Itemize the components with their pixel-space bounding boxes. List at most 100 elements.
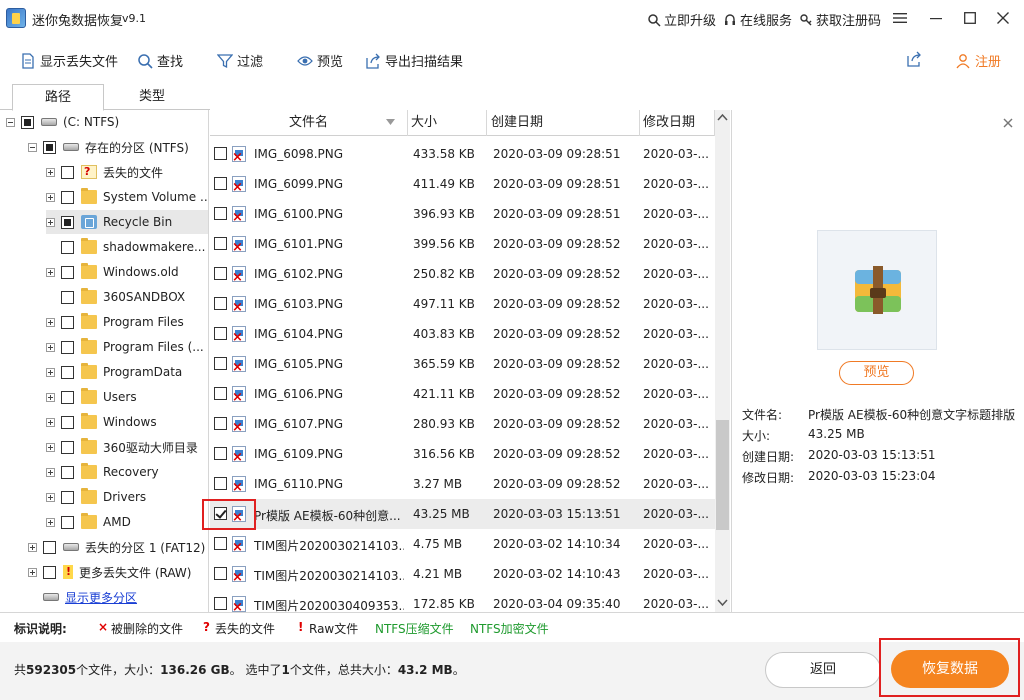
maximize-button[interactable] <box>957 6 983 30</box>
tree-checkbox[interactable] <box>61 215 74 229</box>
upgrade-link[interactable]: 立即升级 <box>647 10 716 29</box>
tree-item[interactable]: Users <box>46 385 208 409</box>
expand-icon[interactable] <box>46 517 55 527</box>
file-checkbox[interactable] <box>214 147 227 160</box>
tree-checkbox[interactable] <box>61 240 74 254</box>
file-row[interactable]: IMG_6107.PNG 280.93 KB 2020-03-09 09:28:52… <box>210 409 715 439</box>
tree-item[interactable]: Windows.old <box>46 260 208 284</box>
preview-button[interactable]: 预览 <box>839 361 914 385</box>
filter-button[interactable]: 过滤 <box>217 51 263 70</box>
file-row[interactable]: IMG_6110.PNG 3.27 MB 2020-03-09 09:28:52 20… <box>210 469 715 499</box>
column-modified-header[interactable]: 修改日期 <box>641 110 715 136</box>
tree-item[interactable]: 更多丢失文件 (RAW) <box>28 560 208 584</box>
expand-icon[interactable] <box>46 342 55 352</box>
file-row[interactable]: IMG_6109.PNG 316.56 KB 2020-03-09 09:28:52… <box>210 439 715 469</box>
file-row[interactable]: IMG_6101.PNG 399.56 KB 2020-03-09 09:28:52… <box>210 229 715 259</box>
export-results-button[interactable]: 导出扫描结果 <box>365 51 463 70</box>
expand-icon[interactable] <box>28 567 37 577</box>
expand-icon[interactable] <box>46 442 55 452</box>
tree-checkbox[interactable] <box>43 565 56 579</box>
file-list-scrollbar[interactable] <box>715 110 730 612</box>
tree-checkbox[interactable] <box>61 290 74 304</box>
tree-item[interactable]: Drivers <box>46 485 208 509</box>
get-code-link[interactable]: 获取注册码 <box>799 10 881 29</box>
back-button[interactable]: 返回 <box>765 652 881 688</box>
close-preview-icon[interactable] <box>1003 118 1013 128</box>
menu-button[interactable] <box>887 6 913 30</box>
file-row[interactable]: IMG_6103.PNG 497.11 KB 2020-03-09 09:28:52… <box>210 289 715 319</box>
tree-item[interactable]: 丢失的分区 1 (FAT12) <box>28 535 208 559</box>
file-row[interactable]: IMG_6106.PNG 421.11 KB 2020-03-09 09:28:52… <box>210 379 715 409</box>
find-button[interactable]: 查找 <box>137 51 183 70</box>
expand-icon[interactable] <box>46 192 55 202</box>
share-button[interactable] <box>906 51 922 67</box>
tree-item[interactable]: 显示更多分区 <box>28 585 208 609</box>
file-checkbox[interactable] <box>214 207 227 220</box>
tree-checkbox[interactable] <box>61 415 74 429</box>
tree-checkbox[interactable] <box>43 540 56 554</box>
file-checkbox[interactable] <box>214 477 227 490</box>
expand-icon[interactable] <box>46 392 55 402</box>
scroll-up-icon[interactable] <box>717 113 728 121</box>
file-checkbox[interactable] <box>214 357 227 370</box>
file-row[interactable]: IMG_6105.PNG 365.59 KB 2020-03-09 09:28:52… <box>210 349 715 379</box>
tree-checkbox[interactable] <box>61 315 74 329</box>
tree-checkbox[interactable] <box>61 165 74 179</box>
tree-checkbox[interactable] <box>43 140 56 154</box>
tree-item[interactable]: 360SANDBOX <box>46 285 208 309</box>
preview-toolbar-button[interactable]: 预览 <box>297 51 343 70</box>
tree-item[interactable]: shadowmakere... <box>46 235 208 259</box>
file-checkbox[interactable] <box>214 297 227 310</box>
scroll-down-icon[interactable] <box>717 599 728 607</box>
online-service-link[interactable]: 在线服务 <box>723 10 792 29</box>
collapse-icon[interactable] <box>28 142 37 152</box>
tree-checkbox[interactable] <box>61 340 74 354</box>
tree-item[interactable]: 丢失的文件 <box>46 160 208 184</box>
minimize-button[interactable] <box>923 6 949 30</box>
file-checkbox[interactable] <box>214 537 227 550</box>
file-checkbox[interactable] <box>214 597 227 610</box>
file-row[interactable]: TIM图片2020030409353... 172.85 KB 2020-03-04… <box>210 589 715 612</box>
file-checkbox[interactable] <box>214 417 227 430</box>
file-row[interactable]: IMG_6098.PNG 433.58 KB 2020-03-09 09:28:51… <box>210 139 715 169</box>
column-name-header[interactable]: 文件名 <box>210 110 408 136</box>
scrollbar-thumb[interactable] <box>716 420 729 530</box>
file-checkbox[interactable] <box>214 387 227 400</box>
column-size-header[interactable]: 大小 <box>409 110 487 136</box>
file-checkbox[interactable] <box>214 267 227 280</box>
close-button[interactable] <box>990 6 1016 30</box>
column-created-header[interactable]: 创建日期 <box>488 110 640 136</box>
file-row[interactable]: Pr模版 AE模板-60种创意... 43.25 MB 2020-03-03 15:… <box>210 499 715 529</box>
expand-icon[interactable] <box>46 467 55 477</box>
tree-item[interactable]: (C: NTFS) <box>6 110 208 134</box>
expand-icon[interactable] <box>46 317 55 327</box>
show-lost-files-button[interactable]: 显示丢失文件 <box>20 51 118 70</box>
tree-item[interactable]: 360驱动大师目录 <box>46 435 208 459</box>
file-row[interactable]: TIM图片2020030214103... 4.21 MB 2020-03-02 1… <box>210 559 715 589</box>
file-checkbox[interactable] <box>214 447 227 460</box>
tree-item[interactable]: AMD <box>46 510 208 534</box>
file-checkbox[interactable] <box>214 237 227 250</box>
register-button[interactable]: 注册 <box>955 51 1001 70</box>
tab-type[interactable]: 类型 <box>106 84 198 110</box>
tree-checkbox[interactable] <box>61 190 74 204</box>
file-checkbox[interactable] <box>214 177 227 190</box>
file-row[interactable]: IMG_6104.PNG 403.83 KB 2020-03-09 09:28:52… <box>210 319 715 349</box>
tab-path[interactable]: 路径 <box>12 84 104 111</box>
tree-checkbox[interactable] <box>61 490 74 504</box>
tree-checkbox[interactable] <box>21 115 34 129</box>
collapse-icon[interactable] <box>6 117 15 127</box>
tree-checkbox[interactable] <box>61 440 74 454</box>
expand-icon[interactable] <box>46 267 55 277</box>
tree-checkbox[interactable] <box>61 390 74 404</box>
file-row[interactable]: IMG_6100.PNG 396.93 KB 2020-03-09 09:28:51… <box>210 199 715 229</box>
expand-icon[interactable] <box>46 417 55 427</box>
tree-item[interactable]: System Volume ... <box>46 185 208 209</box>
tree-item[interactable]: ProgramData <box>46 360 208 384</box>
tree-checkbox[interactable] <box>61 515 74 529</box>
expand-icon[interactable] <box>46 492 55 502</box>
tree-item[interactable]: Windows <box>46 410 208 434</box>
tree-item[interactable]: Program Files <box>46 310 208 334</box>
tree-checkbox[interactable] <box>61 465 74 479</box>
expand-icon[interactable] <box>46 217 55 227</box>
